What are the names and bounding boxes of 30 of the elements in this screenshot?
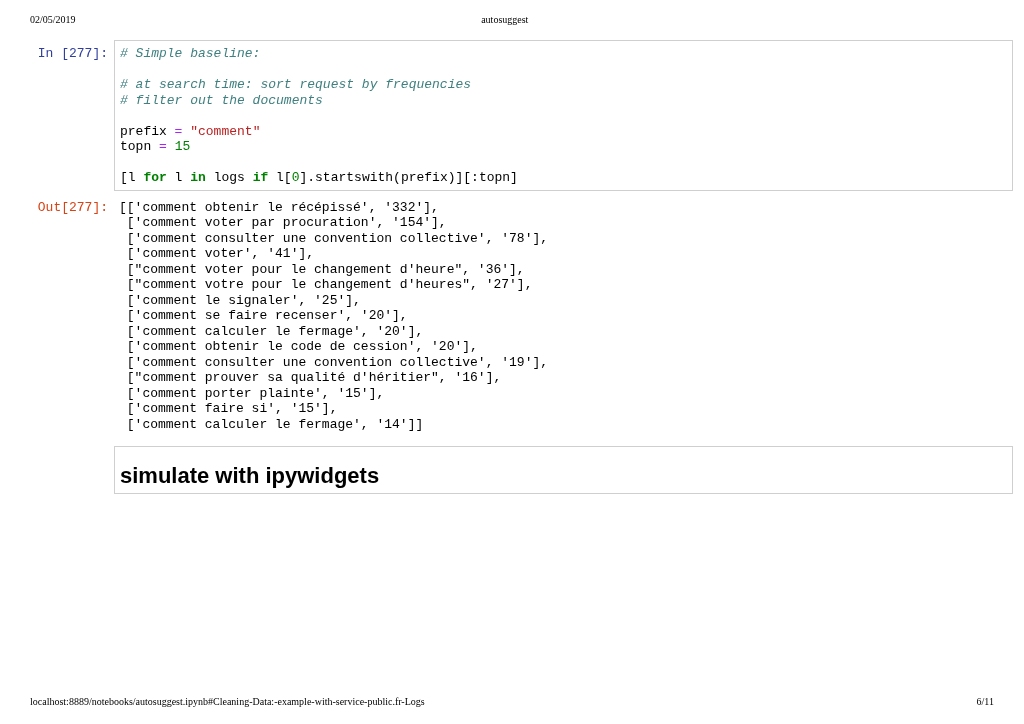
output-line: ['comment faire si', '15'], — [125, 401, 338, 417]
print-date: 02/05/2019 — [30, 14, 76, 27]
markdown-cell[interactable]: simulate with ipywidgets — [114, 446, 1013, 494]
code-line: [l for l in logs if l[0].startswith(prefix)][:topn] — [120, 170, 518, 186]
output-line: ['comment obtenir le code de cession', '20'], — [125, 339, 478, 355]
page-title: autosuggest — [481, 14, 529, 27]
output-line: ['comment porter plainte', '15'], — [125, 385, 385, 401]
input-prompt: In [277]: — [36, 45, 109, 62]
output-line: [['comment obtenir le récépissé', '332'], — [119, 199, 439, 215]
output-line: ['comment se faire recenser', '20'], — [125, 308, 408, 324]
output-line: ['comment voter par procuration', '154'], — [125, 215, 447, 231]
output-line: ['comment voter', '41'], — [125, 246, 315, 262]
output-line: ["comment votre pour le changement d'heures", '27'], — [125, 277, 533, 293]
page-url: localhost:8889/notebooks/autosuggest.ipynb#Cleaning-Data:-example-with-service-public.fr-Logs — [30, 696, 425, 707]
output-line: ['comment calculer le fermage', '20'], — [125, 323, 424, 339]
output-line: ['comment consulter une convention collective', '19'], — [125, 354, 549, 370]
section-heading: simulate with ipywidgets — [120, 463, 380, 489]
code-line: topn = 15 — [120, 139, 191, 155]
output-line: ['comment le signaler', '25'], — [125, 292, 361, 308]
output-line: ["comment voter pour le changement d'heure", '36'], — [125, 261, 525, 277]
output-line: ['comment calculer le fermage', '14']] — [125, 416, 424, 432]
code-line: # Simple baseline: — [120, 46, 261, 62]
code-cell[interactable]: # Simple baseline: # at search time: sort request by frequencies # filter out the documents prefix = "comment" topn = 15 [l for l in logs if l[0].startswith(prefix)][:topn] — [114, 40, 1013, 191]
output-prompt: Out[277]: — [36, 198, 109, 215]
output-line: ['comment consulter une convention collective', '78'], — [125, 230, 549, 246]
code-line: # filter out the documents — [120, 92, 323, 108]
code-line: # at search time: sort request by frequencies — [120, 77, 472, 93]
output-line: ["comment prouver sa qualité d'héritier", '16'], — [125, 370, 502, 386]
page-number: 6/11 — [976, 696, 994, 707]
code-line: prefix = "comment" — [120, 123, 261, 139]
